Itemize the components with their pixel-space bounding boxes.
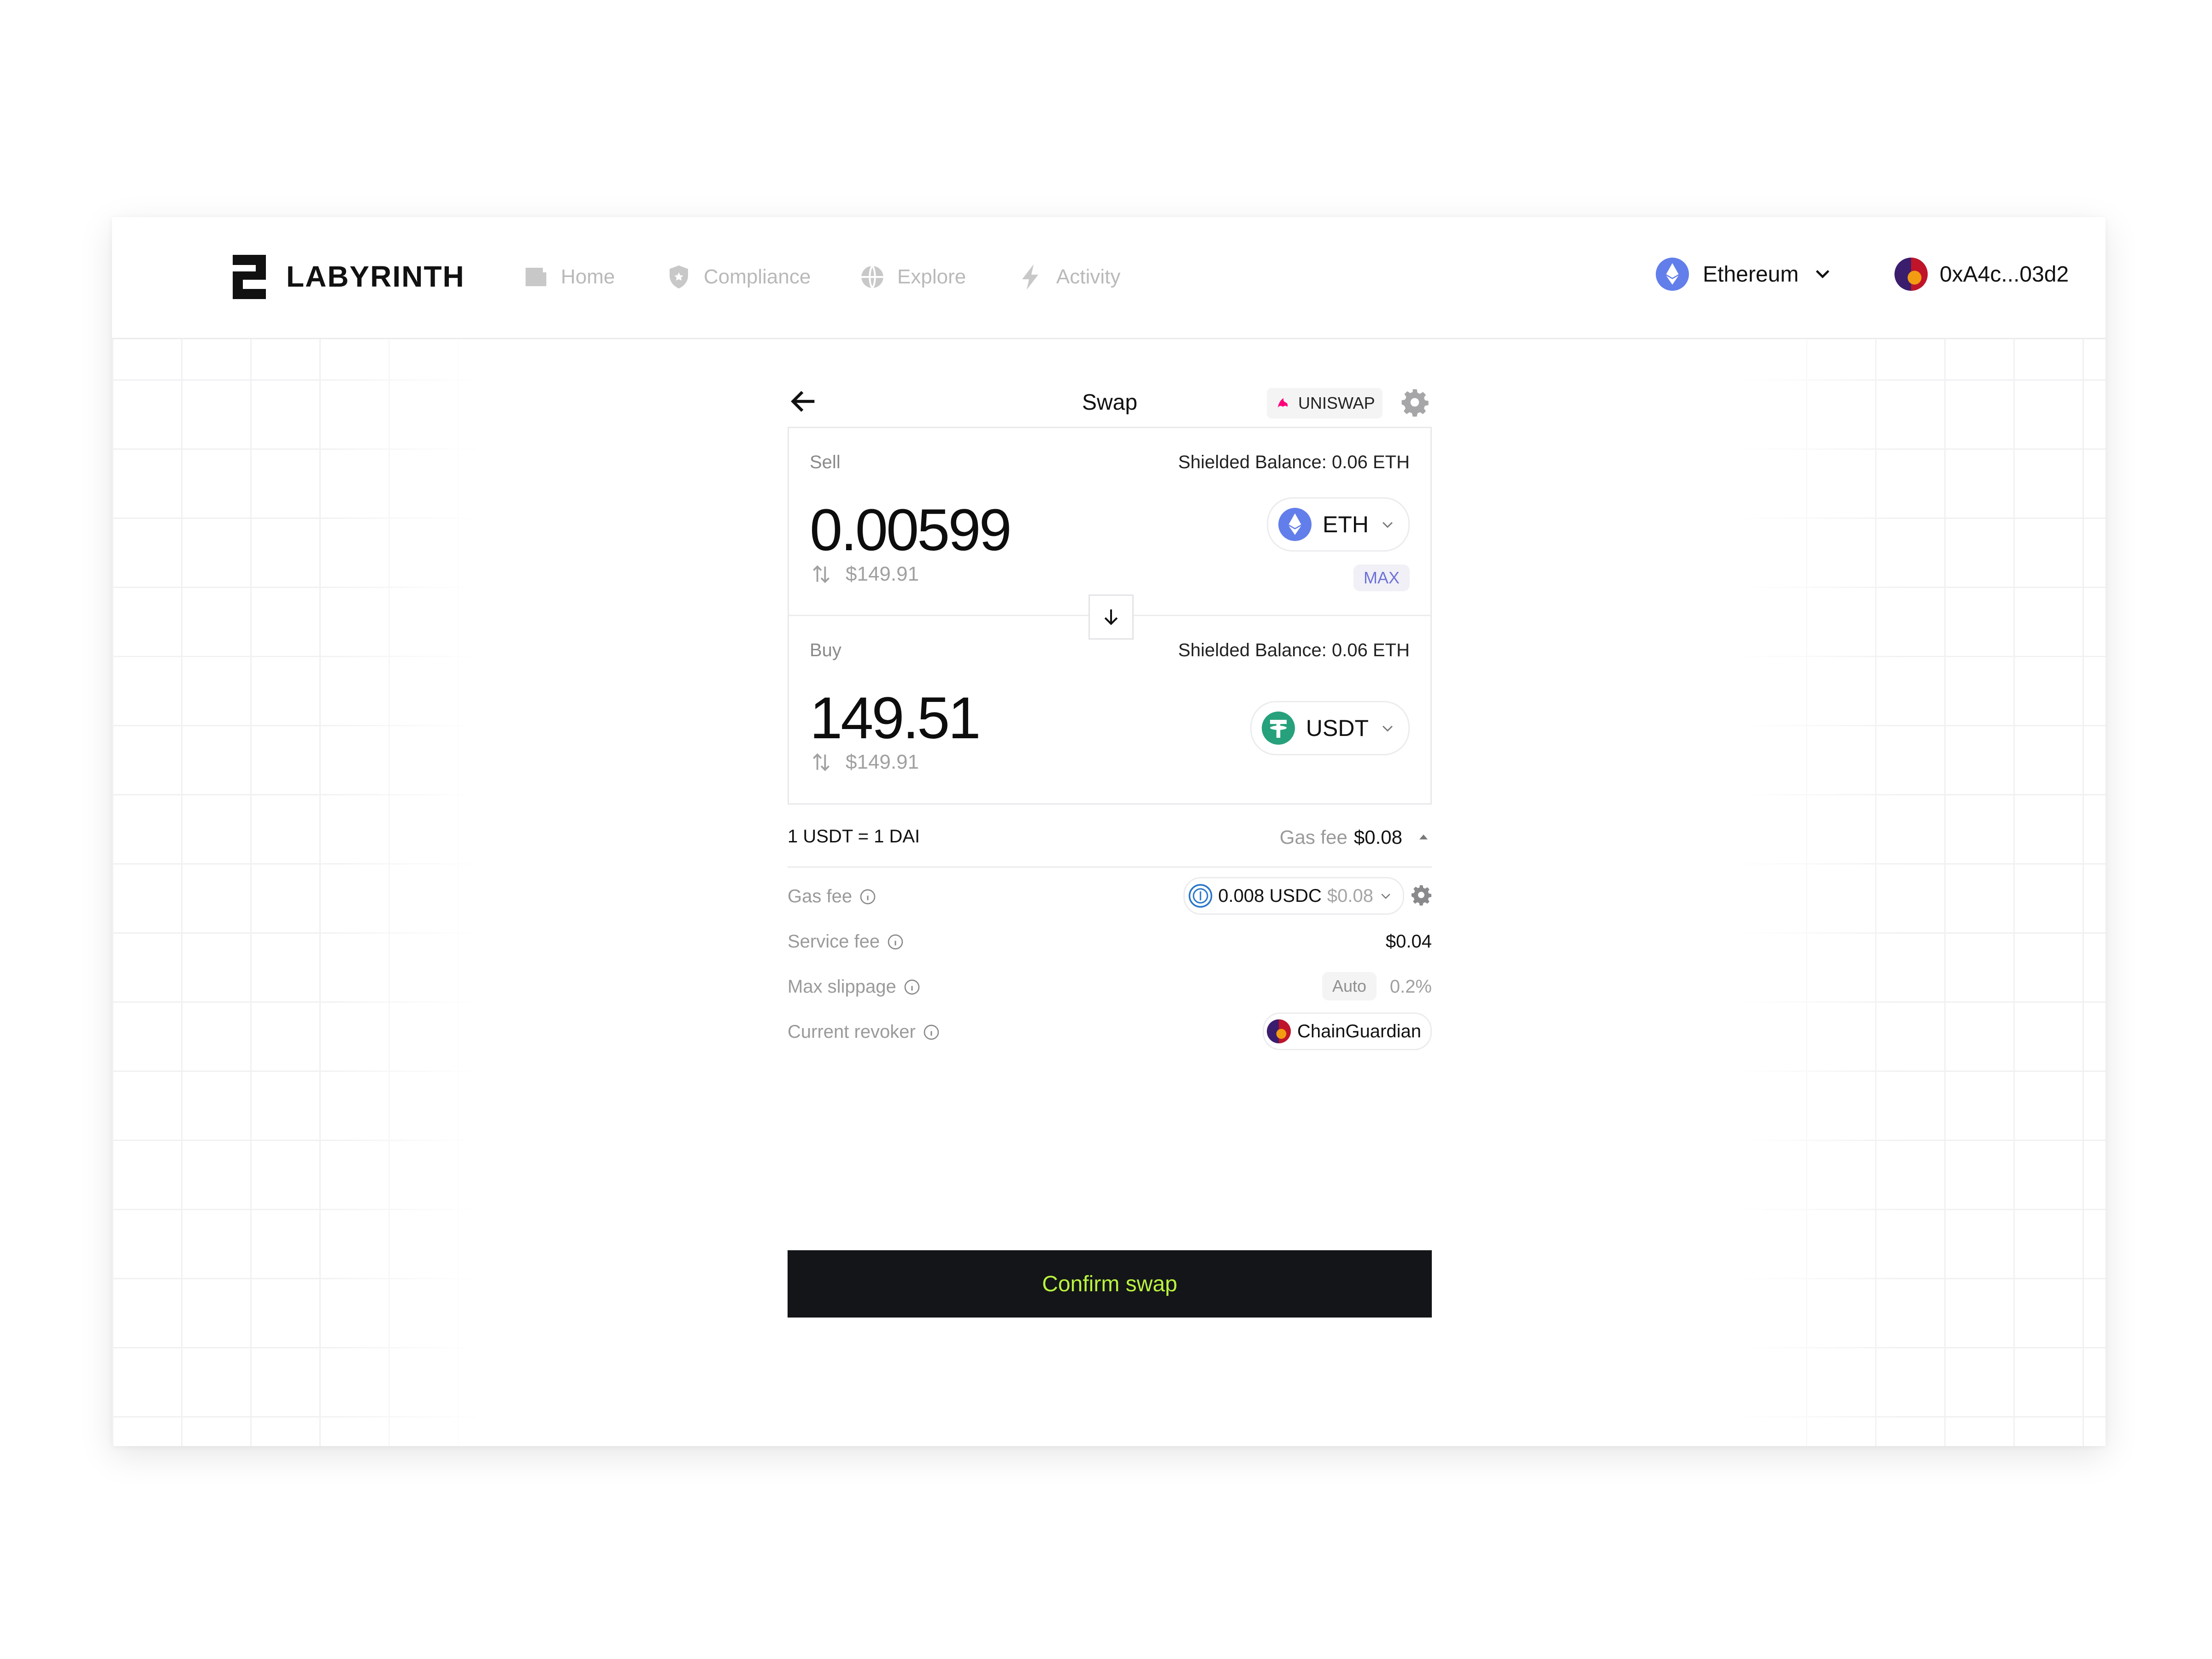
buy-amount-input[interactable]: 149.51 (810, 684, 981, 752)
gas-fee-fiat: $0.08 (1327, 885, 1373, 906)
chainguardian-avatar-icon (1266, 1019, 1291, 1043)
chevron-down-icon (1816, 270, 1830, 278)
gas-fee-summary[interactable]: Gas fee $0.08 (1280, 826, 1432, 848)
gas-fee-row: Gas fee 0.008 USDC $0.08 (788, 874, 1432, 919)
gas-fee-amount: 0.008 USDC (1218, 885, 1322, 906)
buy-shielded-balance: Shielded Balance: 0.06 ETH (1178, 640, 1410, 660)
usdc-icon (1188, 884, 1212, 908)
sell-fiat-value: $149.91 (810, 563, 919, 586)
buy-fiat-amount: $149.91 (846, 751, 919, 773)
current-revoker-label: Current revoker (788, 1022, 941, 1042)
brand-name[interactable]: LABYRINTH (286, 259, 465, 294)
wallet-account-button[interactable]: 0xA4c...03d2 (1894, 258, 2069, 291)
sell-fiat-amount: $149.91 (846, 563, 919, 585)
flip-direction-button[interactable] (1088, 594, 1134, 640)
background-grid-right (1737, 338, 2106, 1446)
sell-shielded-balance: Shielded Balance: 0.06 ETH (1178, 452, 1410, 472)
globe-icon (861, 265, 883, 289)
max-slippage-label-text: Max slippage (788, 977, 896, 997)
slippage-auto-toggle[interactable]: Auto (1322, 972, 1377, 1000)
network-selector[interactable]: Ethereum (1656, 258, 1833, 291)
shield-icon (670, 265, 688, 288)
swap-form: Sell Shielded Balance: 0.06 ETH 0.00599 … (788, 427, 1432, 805)
info-icon[interactable] (886, 933, 905, 951)
arrow-down-icon (1104, 609, 1118, 625)
nav-item-compliance[interactable]: Compliance (665, 263, 811, 291)
labyrinth-logo-icon[interactable] (233, 255, 266, 299)
dex-badge: UNISWAP (1267, 388, 1382, 418)
wallet-address: 0xA4c...03d2 (1940, 262, 2069, 287)
gas-token-selector[interactable]: 0.008 USDC $0.08 (1183, 877, 1404, 915)
ethereum-icon (1656, 258, 1689, 291)
gas-settings-gear-icon[interactable] (1411, 884, 1432, 906)
service-fee-label-text: Service fee (788, 931, 880, 952)
swap-units-icon[interactable] (810, 751, 833, 774)
gas-fee-summary-label: Gas fee (1279, 826, 1347, 848)
nav-item-label: Compliance (704, 265, 811, 288)
wallet-icon (525, 268, 547, 286)
current-revoker-label-text: Current revoker (788, 1022, 916, 1042)
rate-summary-row[interactable]: 1 USDT = 1 DAI Gas fee $0.08 (788, 805, 1432, 868)
max-slippage-row: Max slippage Auto 0.2% (788, 965, 1432, 1010)
sell-section: Sell Shielded Balance: 0.06 ETH 0.00599 … (789, 428, 1430, 616)
chevron-down-icon (1382, 522, 1393, 528)
info-icon[interactable] (903, 978, 921, 996)
slippage-value[interactable]: 0.2% (1390, 977, 1432, 997)
revoker-selector[interactable]: ChainGuardian (1262, 1012, 1432, 1050)
sell-token-symbol: ETH (1323, 512, 1369, 537)
nav-item-home[interactable]: Home (522, 263, 615, 291)
gas-fee-label-text: Gas fee (788, 886, 853, 906)
chevron-down-icon (1381, 894, 1390, 899)
bolt-icon (1022, 264, 1038, 290)
sell-amount-input[interactable]: 0.00599 (810, 496, 1012, 564)
buy-section: Buy Shielded Balance: 0.06 ETH 149.51 $1… (789, 616, 1430, 803)
swap-header: Swap UNISWAP (788, 376, 1432, 427)
network-name: Ethereum (1703, 262, 1799, 287)
nav-item-label: Activity (1056, 265, 1121, 288)
revoker-name: ChainGuardian (1297, 1021, 1421, 1041)
max-slippage-label: Max slippage (788, 977, 921, 997)
app-window: LABYRINTH Home Compliance Explore Activi… (112, 217, 2106, 1446)
max-button[interactable]: MAX (1353, 565, 1410, 591)
nav-item-label: Explore (897, 265, 966, 288)
gas-fee-summary-value: $0.08 (1353, 826, 1402, 848)
caret-up-icon (1419, 835, 1428, 840)
buy-label: Buy (810, 640, 841, 660)
buy-fiat-value: $149.91 (810, 751, 919, 774)
top-navigation-bar: LABYRINTH Home Compliance Explore Activi… (112, 217, 2106, 339)
sell-token-selector[interactable]: ETH (1267, 497, 1410, 552)
dex-name: UNISWAP (1298, 394, 1375, 412)
uniswap-icon (1277, 398, 1288, 408)
service-fee-row: Service fee $0.04 (788, 919, 1432, 965)
nav-item-label: Home (561, 265, 615, 288)
ethereum-icon (1278, 508, 1312, 541)
swap-panel: Swap UNISWAP Sell Shielded Balance: 0.06… (788, 376, 1432, 1318)
confirm-swap-button[interactable]: Confirm swap (788, 1250, 1432, 1318)
current-revoker-row: Current revoker ChainGuardian (788, 1010, 1432, 1055)
chevron-down-icon (1382, 725, 1393, 732)
swap-units-icon[interactable] (810, 563, 833, 586)
buy-token-symbol: USDT (1306, 715, 1369, 741)
settings-gear-icon[interactable] (1400, 388, 1429, 417)
service-fee-label: Service fee (788, 931, 905, 952)
buy-token-selector[interactable]: USDT (1250, 701, 1410, 755)
service-fee-value: $0.04 (1385, 931, 1432, 952)
info-icon[interactable] (859, 888, 877, 906)
gas-fee-label: Gas fee (788, 886, 877, 907)
tether-icon (1261, 712, 1295, 745)
wallet-avatar-icon (1894, 258, 1928, 291)
exchange-rate: 1 USDT = 1 DAI (788, 826, 920, 847)
sell-label: Sell (810, 452, 841, 472)
nav-item-explore[interactable]: Explore (859, 263, 966, 291)
info-icon[interactable] (922, 1023, 941, 1041)
nav-item-activity[interactable]: Activity (1018, 263, 1120, 291)
background-grid-left (112, 338, 481, 1446)
